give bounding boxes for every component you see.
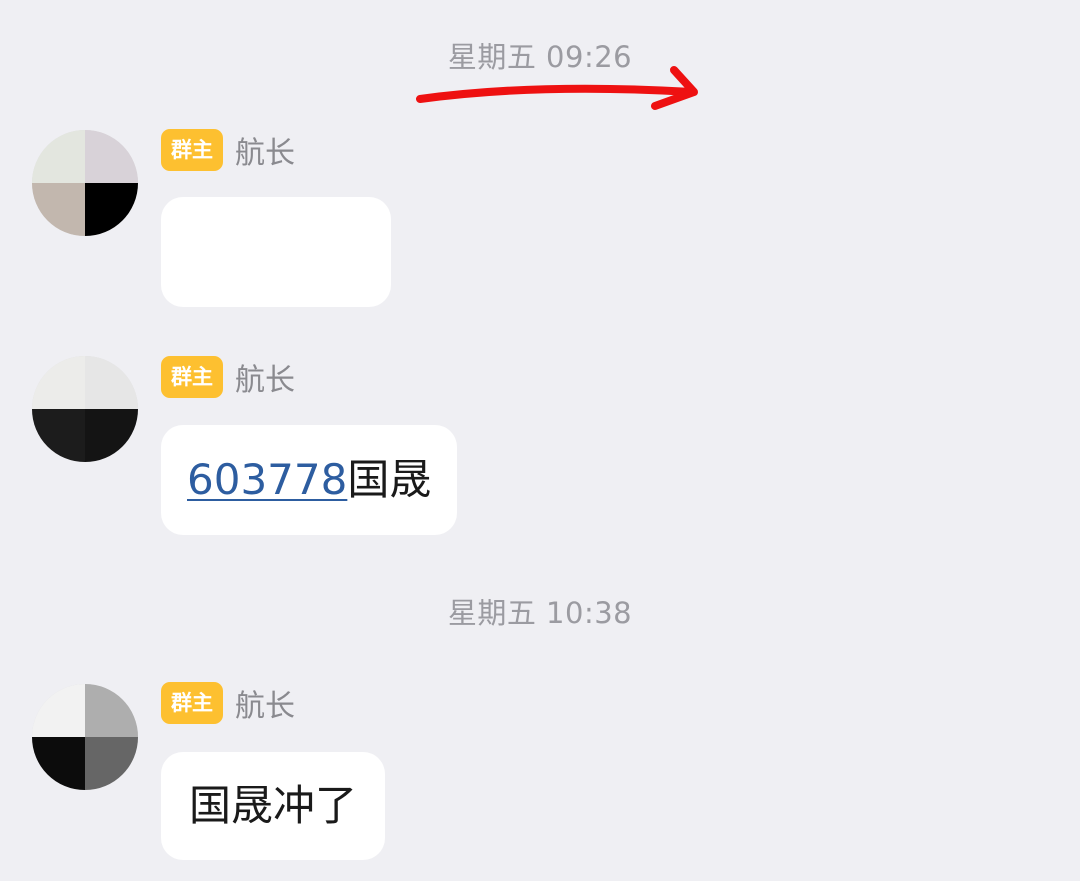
- sender-row: 群主 航长: [161, 129, 295, 171]
- message-bubble[interactable]: 国晟冲了: [161, 752, 386, 860]
- message-text: 国晟: [347, 455, 432, 504]
- sender-row: 群主 航长: [161, 356, 295, 398]
- stock-code-link[interactable]: 603778: [187, 455, 347, 504]
- timestamp: 星期五 10:38: [447, 596, 633, 630]
- avatar[interactable]: [32, 684, 138, 790]
- sender-name[interactable]: 航长: [235, 128, 295, 172]
- sender-name[interactable]: 航长: [235, 355, 295, 399]
- message-bubble-blank[interactable]: [161, 197, 391, 307]
- avatar[interactable]: [32, 130, 138, 236]
- avatar[interactable]: [32, 356, 138, 462]
- sender-row: 群主 航长: [161, 682, 295, 724]
- group-owner-badge: 群主: [161, 682, 223, 724]
- sender-name[interactable]: 航长: [235, 681, 295, 725]
- group-owner-badge: 群主: [161, 356, 223, 398]
- group-owner-badge: 群主: [161, 129, 223, 171]
- message-bubble[interactable]: 603778国晟: [161, 425, 458, 535]
